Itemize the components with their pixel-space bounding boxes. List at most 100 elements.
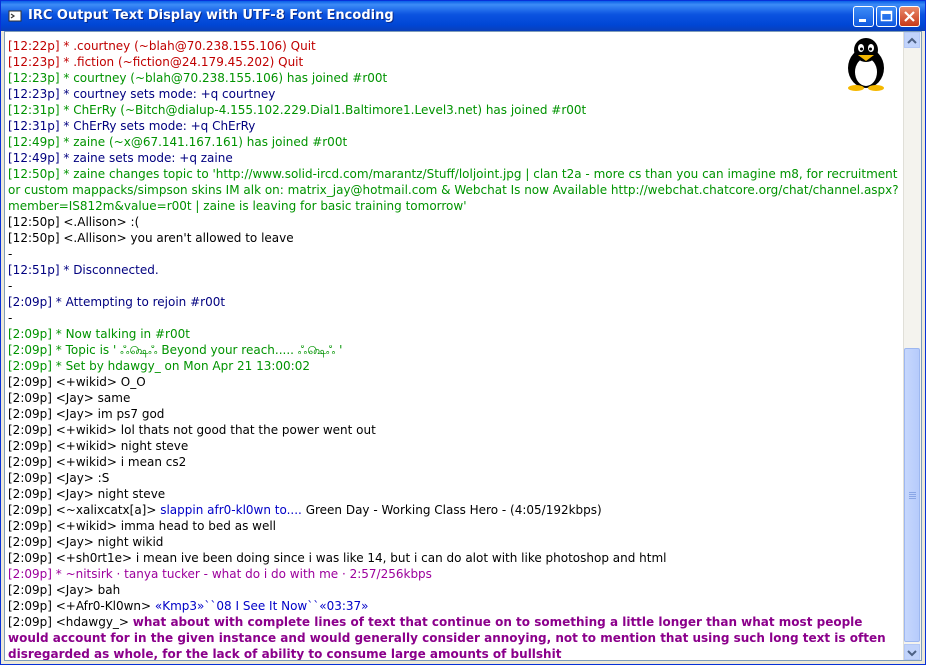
log-line: [12:50p] * zaine changes topic to 'http:… — [8, 166, 904, 214]
message-text: <+wikid> night steve — [51, 439, 189, 453]
timestamp: [2:09p] — [8, 471, 52, 485]
log-line: [2:09p] <hdawgy_> what about with comple… — [8, 614, 904, 660]
message-text: * courtney sets mode: +q courtney — [59, 87, 276, 101]
close-button[interactable] — [899, 6, 920, 27]
timestamp: [2:09p] — [8, 503, 52, 517]
minimize-button[interactable] — [853, 6, 874, 27]
now-playing: Green Day - Working Class Hero - (4:05/1… — [305, 503, 602, 517]
timestamp: [2:09p] — [8, 295, 52, 309]
log-line: [12:50p] <.Allison> you aren't allowed t… — [8, 230, 904, 246]
timestamp: [2:09p] — [8, 327, 52, 341]
timestamp: [2:09p] — [8, 439, 52, 453]
log-line: [12:49p] * zaine sets mode: +q zaine — [8, 150, 904, 166]
log-line: [12:23p] * courtney (~blah@70.238.155.10… — [8, 70, 904, 86]
message-text: * Set by hdawgy_ on Mon Apr 21 13:00:02 — [51, 359, 310, 373]
timestamp: [2:09p] — [8, 535, 52, 549]
log-line: [12:31p] * ChErRy sets mode: +q ChErRy — [8, 118, 904, 134]
timestamp: [12:23p] — [8, 71, 60, 85]
arrow-up-icon — [907, 37, 917, 44]
irc-app-icon — [8, 10, 22, 22]
timestamp: [12:50p] — [8, 215, 60, 229]
arrow-down-icon — [907, 650, 917, 657]
timestamp: [2:09p] — [8, 375, 52, 389]
timestamp: [12:31p] — [8, 103, 60, 117]
log-line: [2:09p] <Jay> :S — [8, 470, 904, 486]
penguin-icon — [848, 38, 884, 91]
message-text: <~xalixcatx[a]> — [51, 503, 161, 517]
message-text: <Jay> :S — [51, 471, 110, 485]
log-line: [12:50p] <.Allison> :( — [8, 214, 904, 230]
timestamp: [2:09p] — [8, 391, 52, 405]
log-line: [2:09p] <Jay> im ps7 god — [8, 406, 904, 422]
message-text: * courtney (~blah@70.238.155.106) has jo… — [59, 71, 388, 85]
title-bar[interactable]: IRC Output Text Display with UTF-8 Font … — [1, 1, 925, 31]
timestamp: [12:51p] — [8, 263, 60, 277]
message-text: * zaine changes topic to 'http://www.sol… — [8, 167, 899, 213]
message-text: - — [8, 279, 13, 293]
log-line: [12:23p] * courtney sets mode: +q courtn… — [8, 86, 904, 102]
message-text: * Attempting to rejoin #r00t — [51, 295, 226, 309]
log-line: - — [8, 310, 904, 326]
message-text: <+wikid> i mean cs2 — [51, 455, 187, 469]
timestamp: [12:31p] — [8, 119, 60, 133]
message-text: <.Allison> you aren't allowed to leave — [59, 231, 294, 245]
vertical-scrollbar[interactable] — [903, 32, 921, 660]
scroll-up-button[interactable] — [904, 32, 920, 48]
timestamp: [2:09p] — [8, 359, 52, 373]
scroll-down-button[interactable] — [904, 644, 920, 660]
message-text: <Jay> bah — [51, 583, 121, 597]
log-line: [2:09p] * Attempting to rejoin #r00t — [8, 294, 904, 310]
log-line: [2:09p] <+wikid> imma head to bed as wel… — [8, 518, 904, 534]
message-text: * Disconnected. — [59, 263, 159, 277]
message-text: * Topic is ' ஃ௸ஃ Beyond your reach..... … — [51, 343, 343, 357]
scroll-thumb[interactable] — [904, 348, 920, 642]
log-line: [12:49p] * zaine (~x@67.141.167.161) has… — [8, 134, 904, 150]
message-text: - — [8, 247, 13, 261]
timestamp: [12:50p] — [8, 231, 60, 245]
timestamp: [12:50p] — [8, 167, 60, 181]
chat-output-pane[interactable]: [12:22p] * .courtney (~blah@70.238.155.1… — [4, 31, 922, 661]
log-line: [2:09p] <~xalixcatx[a]> slappin afr0-kl0… — [8, 502, 904, 518]
message-text: <.Allison> :( — [59, 215, 140, 229]
message-text: - — [8, 311, 13, 325]
message-text: <Jay> night wikid — [51, 535, 164, 549]
log-line: [2:09p] <Jay> night wikid — [8, 534, 904, 550]
log-line: [2:09p] * Topic is ' ஃ௸ஃ Beyond your rea… — [8, 342, 904, 358]
message-text: <Jay> same — [51, 391, 131, 405]
timestamp: [2:09p] — [8, 455, 52, 469]
log-line: [2:09p] <+wikid> night steve — [8, 438, 904, 454]
timestamp: [2:09p] — [8, 343, 52, 357]
log-line: [2:09p] <+wikid> i mean cs2 — [8, 454, 904, 470]
message-text: <Jay> im ps7 god — [51, 407, 165, 421]
log-line: - — [8, 278, 904, 294]
timestamp: [2:09p] — [8, 599, 52, 613]
message-text: <+wikid> lol thats not good that the pow… — [51, 423, 376, 437]
chat-log: [12:22p] * .courtney (~blah@70.238.155.1… — [8, 32, 904, 660]
log-line: [2:09p] <Jay> bah — [8, 582, 904, 598]
message-text: * ~nitsirk · tanya tucker - what do i do… — [51, 567, 432, 581]
message-text: * zaine (~x@67.141.167.161) has joined #… — [59, 135, 348, 149]
close-icon — [904, 11, 915, 22]
timestamp: [12:23p] — [8, 55, 60, 69]
message-text: <+sh0rt1e> i mean ive been doing since i… — [51, 551, 667, 565]
maximize-button[interactable] — [876, 6, 897, 27]
message-text: * ChErRy (~Bitch@dialup-4.155.102.229.Di… — [59, 103, 587, 117]
message-text: * zaine sets mode: +q zaine — [59, 151, 233, 165]
maximize-icon — [880, 10, 893, 22]
timestamp: [12:23p] — [8, 87, 60, 101]
log-line: [2:09p] * Set by hdawgy_ on Mon Apr 21 1… — [8, 358, 904, 374]
log-line: - — [8, 246, 904, 262]
app-window: IRC Output Text Display with UTF-8 Font … — [0, 0, 926, 665]
timestamp: [2:09p] — [8, 423, 52, 437]
message-text: <hdawgy_> — [51, 615, 133, 629]
timestamp: [12:49p] — [8, 151, 60, 165]
message-text: * .courtney (~blah@70.238.155.106) Quit — [59, 39, 316, 53]
log-line: [2:09p] <+wikid> O_O — [8, 374, 904, 390]
log-line: [12:51p] * Disconnected. — [8, 262, 904, 278]
timestamp: [2:09p] — [8, 615, 52, 629]
log-line: [12:31p] * ChErRy (~Bitch@dialup-4.155.1… — [8, 102, 904, 118]
message-action: «Kmp3»``08 I See It Now``«03:37» — [154, 599, 369, 613]
message-text: * .fiction (~fiction@24.179.45.202) Quit — [59, 55, 304, 69]
log-line: [12:23p] * .fiction (~fiction@24.179.45.… — [8, 54, 904, 70]
timestamp: [12:49p] — [8, 135, 60, 149]
